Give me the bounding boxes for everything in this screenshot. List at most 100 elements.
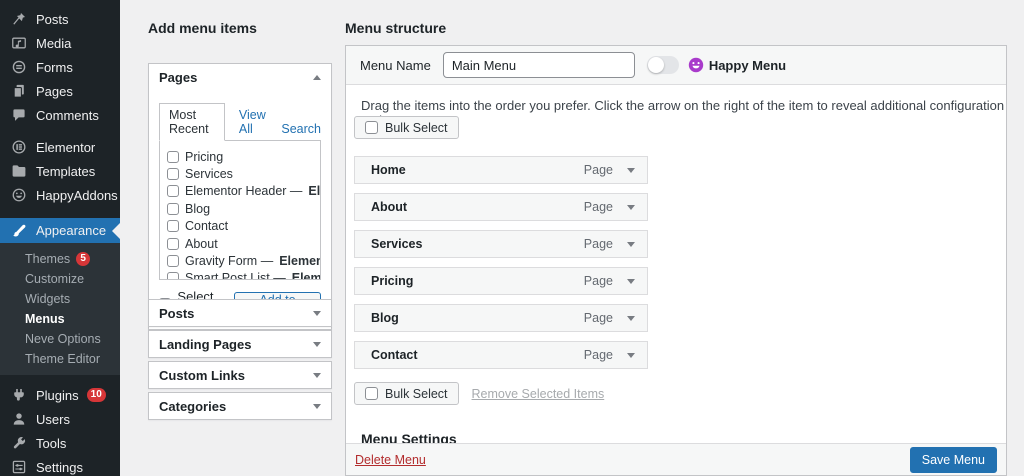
menu-name-input[interactable] xyxy=(443,52,635,78)
page-checkbox-row: Contact xyxy=(167,218,316,235)
sidebar-item-icon xyxy=(10,34,28,52)
page-checkbox-label: About xyxy=(185,237,218,251)
menu-item-type: Page xyxy=(584,348,613,362)
menu-item-label: Home xyxy=(371,163,406,177)
sidebar-item-media[interactable]: Media xyxy=(0,31,120,55)
accordion-title: Posts xyxy=(159,306,194,321)
submenu-item-label: Widgets xyxy=(25,289,70,309)
menu-structure-footer: Delete Menu Save Menu xyxy=(346,443,1006,475)
chevron-down-icon[interactable] xyxy=(627,279,635,284)
pages-accordion-title: Pages xyxy=(159,70,197,85)
pages-accordion-header[interactable]: Pages xyxy=(149,64,331,91)
page-checkbox[interactable] xyxy=(167,203,179,215)
page-checkbox-label: Smart Post List — xyxy=(185,271,286,280)
chevron-down-icon[interactable] xyxy=(627,205,635,210)
sidebar-item-elementor[interactable]: Elementor xyxy=(0,135,120,159)
sidebar-item-appearance[interactable]: Appearance xyxy=(0,218,120,243)
happy-menu-toggle[interactable] xyxy=(647,56,679,74)
accordion-header[interactable]: Custom Links xyxy=(149,362,331,388)
bulk-select-checkbox[interactable] xyxy=(365,121,378,134)
menu-item-type: Page xyxy=(584,163,613,177)
chevron-down-icon xyxy=(313,404,321,409)
tab-view-all[interactable]: View All xyxy=(239,104,267,140)
page-checkbox-row: Smart Post List — Elementor xyxy=(167,270,316,280)
bulk-select-button[interactable]: Bulk Select xyxy=(354,382,459,405)
accordion-header[interactable]: Landing Pages xyxy=(149,331,331,357)
remove-selected-items-link[interactable]: Remove Selected Items xyxy=(472,387,605,401)
menu-item-type: Page xyxy=(584,237,613,251)
sidebar-item-icon xyxy=(10,222,28,240)
submenu-item-label: Neve Options xyxy=(25,329,101,349)
add-menu-items-panel: Add menu items Pages Most Recent View Al… xyxy=(148,20,332,330)
accordion-title: Categories xyxy=(159,399,226,414)
menu-item-row-contact[interactable]: Contact Page xyxy=(354,341,648,369)
delete-menu-link[interactable]: Delete Menu xyxy=(355,453,426,467)
page-checkbox[interactable] xyxy=(167,168,179,180)
submenu-item-label: Theme Editor xyxy=(25,349,100,369)
sidebar-item-pages[interactable]: Pages xyxy=(0,79,120,103)
page-checkbox-label-bold: Elementor xyxy=(308,184,321,198)
accordion-section-custom-links: Custom Links xyxy=(148,361,332,389)
accordion-section-posts: Posts xyxy=(148,299,332,327)
menu-item-type: Page xyxy=(584,200,613,214)
chevron-down-icon xyxy=(313,311,321,316)
sidebar-item-users[interactable]: Users xyxy=(0,407,120,431)
sidebar-item-icon xyxy=(10,106,28,124)
save-menu-button[interactable]: Save Menu xyxy=(910,447,997,473)
sidebar-item-posts[interactable]: Posts xyxy=(0,7,120,31)
sidebar-item-plugins[interactable]: Plugins 10 xyxy=(0,383,120,407)
chevron-down-icon[interactable] xyxy=(627,242,635,247)
page-checkbox-label: Services xyxy=(185,167,233,181)
bulk-select-checkbox[interactable] xyxy=(365,387,378,400)
bulk-select-button[interactable]: Bulk Select xyxy=(354,116,459,139)
menu-items-list: Home Page About Page Services Page Prici… xyxy=(354,156,648,378)
sidebar-item-tools[interactable]: Tools xyxy=(0,431,120,455)
sidebar-item-forms[interactable]: Forms xyxy=(0,55,120,79)
sidebar-item-label: HappyAddons xyxy=(36,188,118,203)
submenu-item-widgets[interactable]: Widgets xyxy=(0,289,120,309)
chevron-down-icon[interactable] xyxy=(627,168,635,173)
tab-search[interactable]: Search xyxy=(281,118,321,140)
submenu-item-menus[interactable]: Menus xyxy=(0,309,120,329)
sidebar-item-icon xyxy=(10,186,28,204)
pages-checklist: Pricing Services Elementor Header — Elem… xyxy=(159,140,321,280)
submenu-item-theme-editor[interactable]: Theme Editor xyxy=(0,349,120,369)
submenu-item-themes[interactable]: Themes 5 xyxy=(0,249,120,269)
page-checkbox[interactable] xyxy=(167,272,179,280)
bulk-select-label: Bulk Select xyxy=(385,121,448,135)
sidebar-item-happyaddons[interactable]: HappyAddons xyxy=(0,183,120,207)
page-checkbox[interactable] xyxy=(167,185,179,197)
menu-item-row-blog[interactable]: Blog Page xyxy=(354,304,648,332)
sidebar-item-comments[interactable]: Comments xyxy=(0,103,120,127)
menu-item-row-home[interactable]: Home Page xyxy=(354,156,648,184)
sidebar-item-templates[interactable]: Templates xyxy=(0,159,120,183)
accordion-section-categories: Categories xyxy=(148,392,332,420)
submenu-item-customize[interactable]: Customize xyxy=(0,269,120,289)
submenu-item-neve-options[interactable]: Neve Options xyxy=(0,329,120,349)
menu-item-row-about[interactable]: About Page xyxy=(354,193,648,221)
page-checkbox[interactable] xyxy=(167,255,179,267)
accordion-header[interactable]: Categories xyxy=(149,393,331,419)
pages-tabs: Most Recent View All Search xyxy=(159,103,321,140)
sidebar-item-label: Plugins xyxy=(36,388,79,403)
chevron-down-icon[interactable] xyxy=(627,316,635,321)
accordion-header[interactable]: Posts xyxy=(149,300,331,326)
page-checkbox[interactable] xyxy=(167,220,179,232)
count-badge: 10 xyxy=(87,388,106,402)
menu-name-label: Menu Name xyxy=(360,58,431,73)
sidebar-item-icon xyxy=(10,82,28,100)
sidebar-item-settings[interactable]: Settings xyxy=(0,455,120,476)
menu-item-label: About xyxy=(371,200,407,214)
menu-item-label: Pricing xyxy=(371,274,413,288)
menu-item-row-pricing[interactable]: Pricing Page xyxy=(354,267,648,295)
menu-item-row-services[interactable]: Services Page xyxy=(354,230,648,258)
page-checkbox[interactable] xyxy=(167,151,179,163)
submenu-item-label: Customize xyxy=(25,269,84,289)
sidebar-item-label: Templates xyxy=(36,164,95,179)
page-checkbox-row: About xyxy=(167,235,316,252)
page-checkbox-label: Contact xyxy=(185,219,228,233)
chevron-down-icon[interactable] xyxy=(627,353,635,358)
page-checkbox[interactable] xyxy=(167,238,179,250)
tab-most-recent[interactable]: Most Recent xyxy=(159,103,225,141)
collapsed-accordions: Posts Landing Pages Custom Links Categor… xyxy=(148,299,332,423)
